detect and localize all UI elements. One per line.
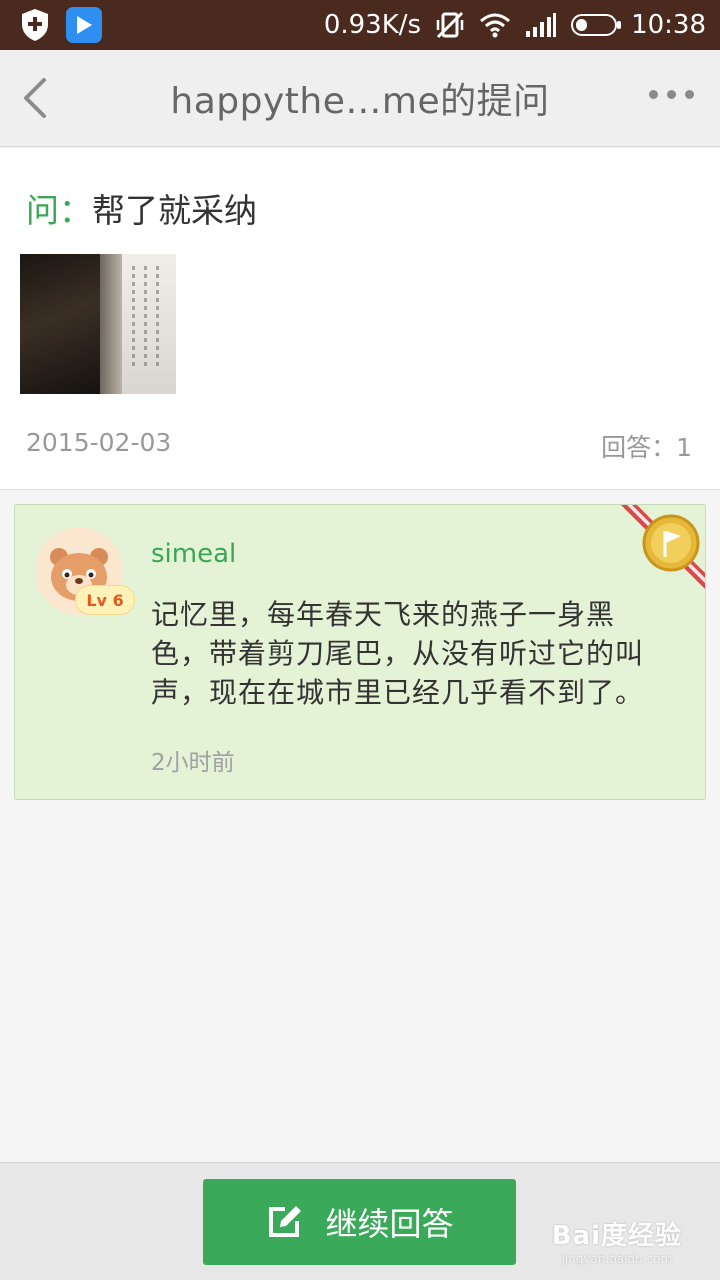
bottom-action-bar: 继续回答 Bai度经验 jingyan.baidu.com: [0, 1162, 720, 1280]
continue-answer-label: 继续回答: [325, 1205, 454, 1243]
back-arrow-icon[interactable]: [18, 76, 58, 120]
more-dot: [649, 90, 658, 99]
answer-username[interactable]: simeal: [151, 539, 236, 569]
security-shield-icon: [22, 9, 48, 41]
more-dot: [667, 90, 676, 99]
status-indicators: 0.93K/s 10:38: [324, 10, 706, 40]
wifi-icon: [480, 13, 511, 38]
question-prefix: 问：: [26, 191, 92, 230]
photo-dark-region: [20, 254, 100, 394]
network-speed: 0.93K/s: [323, 10, 422, 40]
battery-icon: [571, 14, 622, 36]
muted-vibrate-icon: [436, 11, 464, 39]
status-bar: 0.93K/s 10:38: [0, 0, 720, 50]
status-notifications: [20, 7, 102, 43]
question-text: 帮了就采纳: [92, 191, 257, 230]
answer-text: 记忆里，每年春天飞来的燕子一身黑色，带着剪刀尾巴，从没有听过它的叫声，现在在城市…: [151, 598, 645, 709]
answer-count: 回答：1: [601, 433, 692, 462]
top-nav-bar: happythe…me的提问: [0, 50, 720, 147]
baidu-jingyan-watermark: Bai度经验 jingyan.baidu.com: [552, 1215, 682, 1266]
video-player-app-icon: [66, 7, 102, 43]
photo-text-column: [132, 266, 135, 366]
answer-time: 2小时前: [151, 750, 235, 776]
question-section: 问：帮了就采纳 2015-02-03 回答：1: [0, 148, 720, 490]
page-title: happythe…me的提问: [170, 81, 550, 122]
watermark-logo: Bai度经验: [551, 1221, 682, 1251]
more-dot: [685, 90, 694, 99]
continue-answer-button[interactable]: 继续回答: [203, 1179, 516, 1265]
watermark-url: jingyan.baidu.com: [561, 1252, 673, 1266]
photo-book-edge: [100, 254, 122, 394]
question-line: 问：帮了就采纳: [26, 184, 257, 232]
edit-icon: [269, 1206, 302, 1237]
question-date: 2015-02-03: [26, 428, 172, 457]
best-answer-medal-icon: [621, 505, 705, 589]
question-photo-thumbnail[interactable]: [20, 254, 176, 394]
photo-text-column: [156, 266, 159, 366]
more-options-icon[interactable]: [645, 86, 698, 103]
photo-text-column: [144, 266, 147, 366]
clock: 10:38: [631, 10, 706, 40]
signal-icon: [526, 13, 557, 37]
level-badge: Lv 6: [75, 585, 135, 615]
answer-card: Lv 6 simeal 记忆里，每年春天飞来的燕子一身黑色，带着剪刀尾巴，从没有…: [14, 504, 706, 800]
battery-level: [576, 19, 588, 31]
photo-book-page: [122, 254, 176, 394]
